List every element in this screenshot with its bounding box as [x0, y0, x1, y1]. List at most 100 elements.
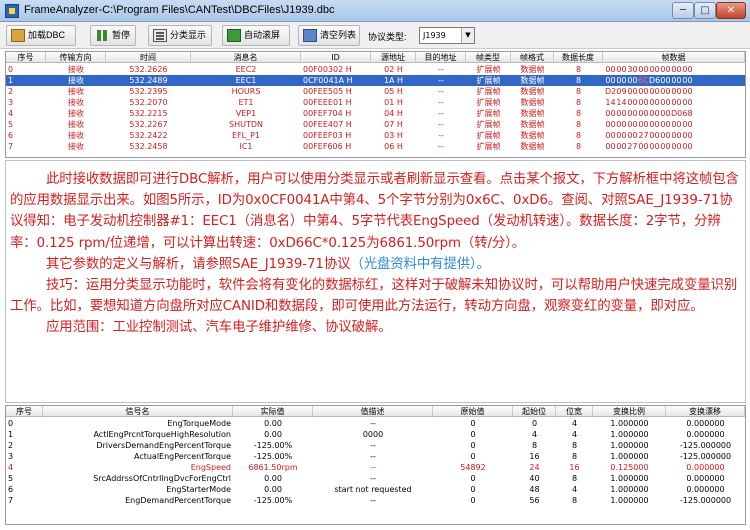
column-header-scale[interactable]: 变换比例 [593, 406, 666, 417]
column-header-time[interactable]: 时间 [106, 52, 191, 63]
frame-list-table[interactable]: 序号 传输方向 时间 消息名 ID 源地址 目的地址 帧类型 帧格式 数据长度 帧数据 0 接收 532.… [5, 51, 746, 158]
cell-signal-name: SrcAddrssOfCntrllngDvcForEngCtrl [93, 474, 231, 483]
cell-actual-value: 6861.50rpm [248, 463, 298, 472]
cell-destination: -- [438, 142, 444, 151]
signal-row[interactable]: 7 EngDemandPercentTorque -125.00% -- 0 56 8 1.0… [6, 495, 745, 506]
frame-row[interactable]: 3 接收 532.2070 ET1 00FEEE01 H 01 H -- 扩展帧 数据帧 8 141… [6, 97, 745, 108]
cell-data-length: 8 [575, 131, 582, 140]
column-header-offset[interactable]: 变换漂移 [666, 406, 745, 417]
cell-bit-width: 8 [571, 474, 578, 483]
data-byte: 00 [638, 65, 649, 74]
data-byte: 00 [649, 65, 660, 74]
signal-parse-table[interactable]: 序号 信号名 实际值 值描述 原始值 起始位 位宽 变换比例 变换漂移 0 EngTorqueMod… [5, 405, 746, 525]
column-header-destination[interactable]: 目的地址 [416, 52, 466, 63]
clear-list-button[interactable]: 清空列表 [298, 25, 360, 46]
data-byte: 00 [616, 131, 627, 140]
data-byte: 00 [649, 131, 660, 140]
cell-index: 3 [8, 98, 14, 107]
data-byte: 00 [649, 98, 660, 107]
column-header-id[interactable]: ID [301, 52, 371, 63]
auto-scroll-label: 自动滚屏 [244, 30, 281, 40]
signal-row[interactable]: 6 EngStarterMode 0.00 start not requested 0 4… [6, 484, 745, 495]
data-byte: 00 [682, 65, 693, 74]
column-header-signal-name[interactable]: 信号名 [43, 406, 233, 417]
cell-offset: 0.000000 [686, 419, 725, 428]
column-header-start-bit[interactable]: 起始位 [513, 406, 556, 417]
paragraph-4-text: 应用范围：工业控制测试、汽车电子维护维修、协议破解。 [46, 320, 392, 336]
signal-row[interactable]: 3 ActualEngPercentTorque -125.00% -- 0 16 8 1.0… [6, 451, 745, 462]
cell-signal-name: EngSpeed [190, 463, 231, 472]
chevron-down-icon[interactable]: ▼ [461, 28, 474, 43]
column-header-data-length[interactable]: 数据长度 [554, 52, 603, 63]
cell-source: 06 H [384, 142, 403, 151]
frame-row[interactable]: 0 接收 532.2626 EEC2 00F00302 H 02 H -- 扩展帧 数据帧 8 00… [6, 64, 745, 75]
data-byte: 00 [638, 142, 649, 151]
window-title: FrameAnalyzer-C:\Program Files\CANTest\D… [24, 4, 335, 16]
cell-actual-value: -125.00% [253, 441, 293, 450]
pause-button[interactable]: 暂停 [90, 25, 136, 46]
cell-signal-name: ActlEngPrcntTorqueHighResolution [93, 430, 231, 439]
cell-message-name: VEP1 [235, 109, 257, 118]
protocol-select[interactable]: J1939 ▼ [419, 27, 475, 44]
frame-row[interactable]: 5 接收 532.2267 SHUTDN 00FEE407 H 07 H -- 扩展帧 数据帧 8… [6, 119, 745, 130]
data-byte: 00 [660, 131, 671, 140]
data-byte: 00 [649, 87, 660, 96]
signal-row[interactable]: 1 ActlEngPrcntTorqueHighResolution 0.00 000… [6, 429, 745, 440]
load-dbc-button[interactable]: 加载DBC [6, 25, 76, 46]
frame-row[interactable]: 1 接收 532.2489 EEC1 0CF0041A H 1A H -- 扩展帧 数据帧 8 00… [6, 75, 745, 86]
data-byte: 00 [671, 65, 682, 74]
cell-signal-name: DriversDemandEngPercentTorque [96, 441, 231, 450]
pause-label: 暂停 [112, 30, 131, 40]
cell-index: 6 [8, 131, 14, 140]
class-view-button[interactable]: 分类显示 [148, 25, 212, 46]
column-header-frame-data[interactable]: 帧数据 [603, 52, 745, 63]
toolbar: 加载DBC 暂停 分类显示 自动滚屏 清空列表 协议类型: J1939 ▼ [0, 22, 750, 49]
maximize-button[interactable]: □ [694, 2, 716, 19]
column-header-direction[interactable]: 传输方向 [46, 52, 106, 63]
cell-message-name: HOURS [231, 87, 261, 96]
data-byte: 00 [605, 65, 616, 74]
close-button[interactable]: ✕ [716, 2, 746, 19]
cell-index: 4 [8, 463, 14, 472]
auto-scroll-button[interactable]: 自动滚屏 [222, 25, 290, 46]
cell-direction: 接收 [68, 142, 84, 151]
minimize-button[interactable]: ─ [672, 2, 694, 19]
cell-frame-type: 扩展帧 [476, 109, 501, 118]
frame-row[interactable]: 7 接收 532.2458 IC1 00FEF606 H 06 H -- 扩展帧 数据帧 8 000… [6, 141, 745, 152]
cell-actual-value: 0.00 [264, 419, 282, 428]
frame-row[interactable]: 2 接收 532.2395 HOURS 00FEE505 H 05 H -- 扩展帧 数据帧 8 D… [6, 86, 745, 97]
signal-row[interactable]: 2 DriversDemandEngPercentTorque -125.00% --… [6, 440, 745, 451]
column-header-actual-value[interactable]: 实际值 [233, 406, 313, 417]
cell-source: 03 H [384, 131, 403, 140]
column-header-raw-value[interactable]: 原始值 [433, 406, 513, 417]
frame-row[interactable]: 6 接收 532.2422 EFL_P1 00FEEF03 H 03 H -- 扩展帧 数据帧 8… [6, 130, 745, 141]
data-byte: 30 [627, 65, 638, 74]
paragraph-1-text: 此时接收数据即可进行DBC解析，用户可以使用分类显示或者刷新显示查看。点击某个报… [10, 172, 739, 251]
column-header-frame-type[interactable]: 帧类型 [466, 52, 511, 63]
column-header-source[interactable]: 源地址 [371, 52, 416, 63]
cell-id: 0CF0041A H [303, 76, 353, 85]
cell-value-desc: 0000 [362, 430, 384, 439]
signal-row[interactable]: 4 EngSpeed 6861.50rpm -- 54892 24 16 0.125000 0.… [6, 462, 745, 473]
column-header-bit-width[interactable]: 位宽 [556, 406, 593, 417]
column-header-value-desc[interactable]: 值描述 [313, 406, 433, 417]
frame-row[interactable]: 4 接收 532.2215 VEP1 00FEF704 H 04 H -- 扩展帧 数据帧 8 00… [6, 108, 745, 119]
signal-row[interactable]: 0 EngTorqueMode 0.00 -- 0 0 4 1.000000 0.000000 [6, 418, 745, 429]
cell-scale: 1.000000 [610, 441, 649, 450]
column-header-index[interactable]: 序号 [6, 52, 46, 63]
column-header-index[interactable]: 序号 [6, 406, 43, 417]
cell-frame-data: 0000002700000000 [603, 130, 745, 141]
cell-index: 5 [8, 120, 14, 129]
signal-row[interactable]: 5 SrcAddrssOfCntrllngDvcForEngCtrl 0.00 -- 0… [6, 473, 745, 484]
column-header-frame-format[interactable]: 帧格式 [511, 52, 554, 63]
cell-frame-data: 0000300000000000 [603, 64, 745, 75]
cell-start-bit: 48 [529, 485, 540, 494]
cell-id: 00FEF704 H [303, 109, 352, 118]
cell-raw-value: 0 [470, 430, 476, 439]
column-header-message-name[interactable]: 消息名 [191, 52, 301, 63]
cell-actual-value: 0.00 [264, 485, 282, 494]
paragraph-protocol-reference: 其它参数的定义与解析，请参照SAE_J1939-71协议（光盘资料中有提供）。 [10, 254, 741, 275]
cell-source: 07 H [384, 120, 403, 129]
cell-data-length: 8 [575, 98, 582, 107]
cell-scale: 1.000000 [610, 496, 649, 505]
